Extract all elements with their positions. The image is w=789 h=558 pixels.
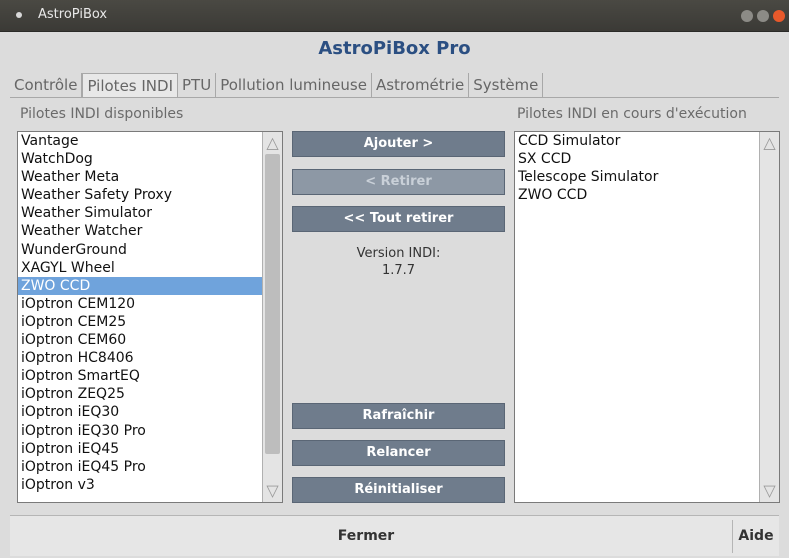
indi-version-value: 1.7.7 <box>381 263 416 278</box>
available-item[interactable]: iOptron CEM25 <box>18 313 282 331</box>
available-item[interactable]: XAGYL Wheel <box>18 259 282 277</box>
footer-bar: Fermer Aide <box>10 515 779 556</box>
running-item[interactable]: CCD Simulator <box>515 132 779 150</box>
scroll-thumb[interactable] <box>265 154 280 454</box>
available-item[interactable]: iOptron iEQ45 Pro <box>18 458 282 476</box>
running-item[interactable]: SX CCD <box>515 150 779 168</box>
window-title: AstroPiBox <box>38 7 108 22</box>
tab-systeme[interactable]: Système <box>469 73 544 98</box>
refresh-button[interactable]: Rafraîchir <box>292 403 505 429</box>
available-item[interactable]: Weather Simulator <box>18 204 282 222</box>
add-button[interactable]: Ajouter > <box>292 131 505 157</box>
close-icon[interactable] <box>773 10 785 22</box>
maximize-icon[interactable] <box>757 10 769 22</box>
available-item[interactable]: Weather Watcher <box>18 222 282 240</box>
restart-button[interactable]: Relancer <box>292 440 505 466</box>
available-item[interactable]: iOptron iEQ30 <box>18 403 282 421</box>
available-item[interactable]: iOptron HC8406 <box>18 349 282 367</box>
tab-astrometrie[interactable]: Astrométrie <box>371 73 470 98</box>
title-bar: AstroPiBox <box>0 0 789 32</box>
available-item[interactable]: iOptron v3 <box>18 476 282 494</box>
window-menu-icon[interactable] <box>16 12 22 18</box>
available-item[interactable]: Weather Meta <box>18 168 282 186</box>
tab-bar: Contrôle Pilotes INDI PTU Pollution lumi… <box>10 73 544 98</box>
scroll-up-icon[interactable]: △ <box>264 134 281 152</box>
scroll-down-icon[interactable]: ▽ <box>761 482 778 500</box>
remove-button[interactable]: < Retirer <box>292 169 505 195</box>
available-item[interactable]: Weather Safety Proxy <box>18 186 282 204</box>
tab-pollution-lumineuse[interactable]: Pollution lumineuse <box>216 73 372 98</box>
tab-divider <box>10 97 779 98</box>
help-button[interactable]: Aide <box>733 516 779 557</box>
available-item[interactable]: iOptron CEM120 <box>18 295 282 313</box>
app-title: AstroPiBox Pro <box>318 38 471 59</box>
running-drivers-label: Pilotes INDI en cours d'exécution <box>517 106 747 122</box>
available-item[interactable]: iOptron iEQ30 Pro <box>18 422 282 440</box>
indi-version-label: Version INDI: <box>356 246 441 261</box>
scroll-up-icon[interactable]: △ <box>761 134 778 152</box>
available-item[interactable]: ZWO CCD <box>18 276 282 295</box>
minimize-icon[interactable] <box>741 10 753 22</box>
available-item[interactable]: iOptron CEM60 <box>18 331 282 349</box>
scroll-down-icon[interactable]: ▽ <box>264 482 281 500</box>
remove-all-button[interactable]: << Tout retirer <box>292 206 505 232</box>
available-item[interactable]: iOptron SmartEQ <box>18 367 282 385</box>
reset-button[interactable]: Réinitialiser <box>292 477 505 503</box>
available-item[interactable]: Vantage <box>18 132 282 150</box>
tab-pilotes-indi[interactable]: Pilotes INDI <box>82 73 178 98</box>
available-drivers-list[interactable]: Vantage WatchDog Weather Meta Weather Safet… <box>17 131 283 503</box>
available-scrollbar[interactable]: △ ▽ <box>262 132 282 502</box>
tab-ptu[interactable]: PTU <box>178 73 217 98</box>
close-button[interactable]: Fermer <box>10 516 722 557</box>
available-item[interactable]: WatchDog <box>18 150 282 168</box>
available-item[interactable]: iOptron iEQ45 <box>18 440 282 458</box>
running-item[interactable]: Telescope Simulator <box>515 168 779 186</box>
running-scrollbar[interactable]: △ ▽ <box>759 132 779 502</box>
running-drivers-list[interactable]: CCD Simulator SX CCD Telescope Simulator ZW… <box>514 131 780 503</box>
running-item[interactable]: ZWO CCD <box>515 186 779 204</box>
available-drivers-label: Pilotes INDI disponibles <box>20 106 184 122</box>
tab-controle[interactable]: Contrôle <box>10 73 83 98</box>
available-item[interactable]: WunderGround <box>18 241 282 259</box>
available-item[interactable]: iOptron ZEQ25 <box>18 385 282 403</box>
